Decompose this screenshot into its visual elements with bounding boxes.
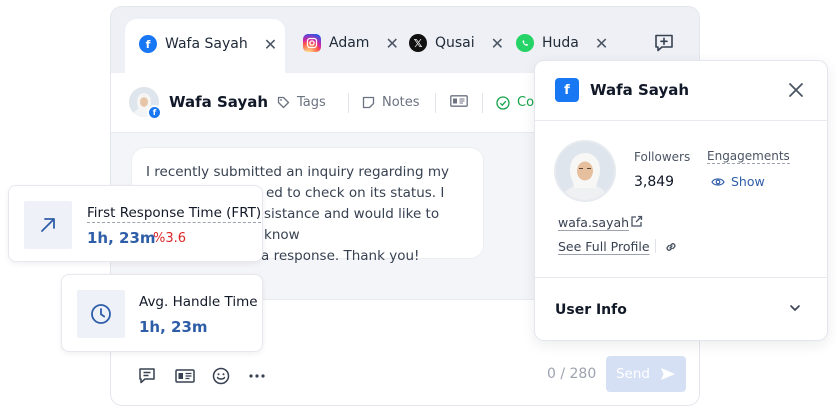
- profile-panel: f Wafa Sayah Followers 3,849 Engagements…: [534, 60, 828, 341]
- tab-wafa-sayah[interactable]: f Wafa Sayah ✕: [125, 19, 286, 75]
- whatsapp-icon: [516, 34, 534, 52]
- aht-label: Avg. Handle Time: [139, 294, 258, 310]
- engagements-label: Engagements: [707, 149, 790, 164]
- close-icon[interactable]: ✕: [385, 34, 398, 53]
- tag-icon: [277, 96, 290, 109]
- emoji-icon[interactable]: [211, 366, 231, 386]
- frt-metric-card: First Response Time (FRT) 1h, 23m %3.6: [8, 185, 263, 262]
- divider: [535, 277, 827, 278]
- contact-card-button[interactable]: [450, 95, 475, 107]
- followers-value: 3,849: [634, 174, 675, 190]
- facebook-icon: f: [555, 78, 579, 102]
- tab-label: Qusai: [435, 35, 475, 51]
- message-line: I recently submitted an inquiry regardin…: [146, 164, 449, 180]
- aht-value: 1h, 23m: [139, 318, 208, 336]
- link-icon[interactable]: [664, 240, 678, 254]
- show-label: Show: [731, 174, 765, 189]
- x-icon: 𝕏: [409, 34, 427, 52]
- send-icon: [661, 368, 675, 380]
- id-card-icon: [450, 95, 468, 107]
- divider: [348, 93, 349, 113]
- canned-response-icon[interactable]: [137, 366, 157, 386]
- send-label: Send: [615, 366, 650, 382]
- complete-label: Co: [517, 95, 535, 110]
- tab-adam[interactable]: Adam ✕: [303, 20, 399, 66]
- notes-label: Notes: [382, 95, 420, 110]
- profile-title: Wafa Sayah: [590, 81, 690, 99]
- tags-button[interactable]: Tags: [277, 95, 326, 110]
- more-options-icon[interactable]: [247, 366, 267, 386]
- profile-avatar[interactable]: [554, 140, 616, 202]
- chevron-down-icon[interactable]: [789, 304, 801, 312]
- notes-button[interactable]: Notes: [362, 95, 420, 110]
- check-circle-icon: [496, 95, 510, 110]
- close-icon[interactable]: ✕: [491, 34, 504, 53]
- frt-value: 1h, 23m: [87, 229, 156, 247]
- tags-label: Tags: [297, 95, 326, 110]
- profile-panel-header: f Wafa Sayah: [535, 61, 827, 121]
- arrow-up-right-icon: [24, 201, 72, 249]
- contact-name: Wafa Sayah: [169, 93, 269, 111]
- new-message-icon[interactable]: [653, 33, 675, 53]
- close-icon[interactable]: [785, 79, 807, 101]
- tab-label: Adam: [329, 35, 370, 51]
- aht-metric-card: Avg. Handle Time 1h, 23m: [61, 274, 263, 352]
- eye-icon: [711, 177, 725, 186]
- tab-label: Wafa Sayah: [165, 36, 248, 52]
- frt-delta: %3.6: [153, 231, 187, 246]
- username-link[interactable]: wafa.sayah: [558, 215, 629, 230]
- external-link-icon[interactable]: [630, 215, 643, 228]
- close-icon[interactable]: ✕: [264, 35, 277, 54]
- complete-button[interactable]: Co: [496, 95, 534, 110]
- divider: [655, 239, 656, 253]
- tab-label: Huda: [542, 35, 579, 51]
- divider: [435, 93, 436, 113]
- id-card-icon[interactable]: [173, 366, 197, 386]
- note-icon: [362, 96, 375, 109]
- show-engagements-button[interactable]: Show: [711, 174, 765, 189]
- facebook-badge-icon: f: [147, 105, 162, 120]
- character-counter: 0 / 280: [547, 366, 597, 382]
- followers-label: Followers: [634, 150, 691, 164]
- see-full-profile-link[interactable]: See Full Profile: [558, 239, 650, 254]
- close-icon[interactable]: ✕: [595, 34, 608, 53]
- frt-label: First Response Time (FRT): [87, 205, 262, 223]
- tab-qusai[interactable]: 𝕏 Qusai ✕: [409, 20, 504, 66]
- user-info-toggle[interactable]: User Info: [555, 302, 627, 318]
- send-button[interactable]: Send: [606, 356, 686, 392]
- clock-icon: [77, 290, 125, 338]
- instagram-icon: [303, 34, 321, 52]
- divider: [482, 93, 483, 113]
- facebook-icon: f: [139, 35, 157, 53]
